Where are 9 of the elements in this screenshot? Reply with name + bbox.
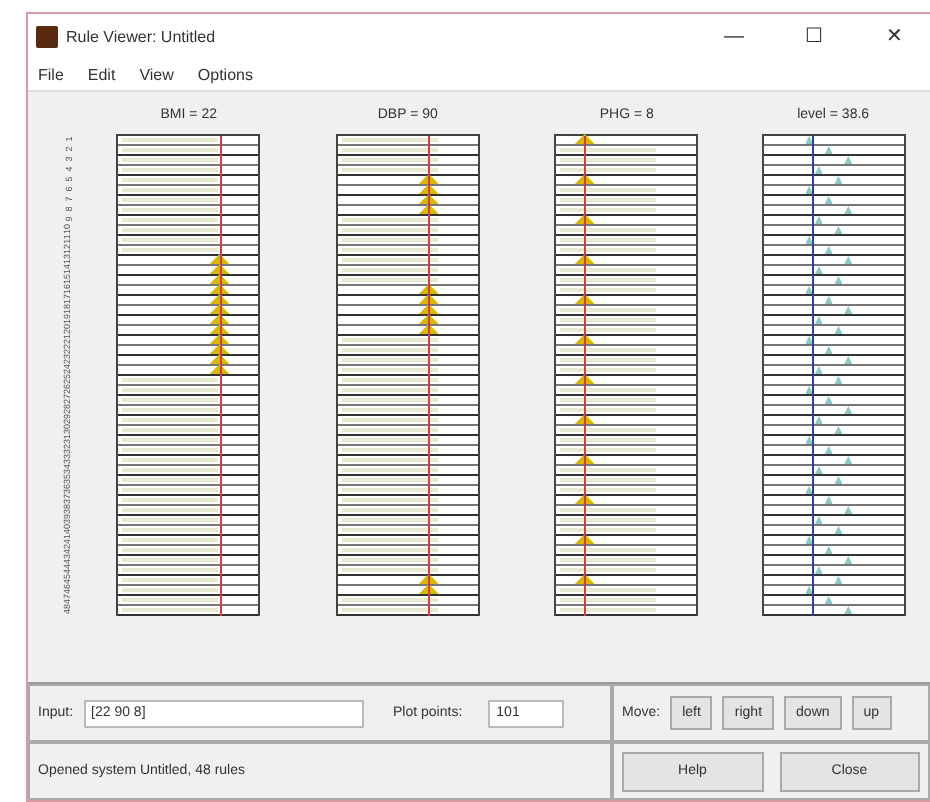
menu-item[interactable]: File — [38, 65, 64, 83]
window-control[interactable]: ☐ — [778, 24, 850, 48]
window-control[interactable]: — — [698, 25, 770, 47]
menu-item[interactable]: Edit — [87, 65, 116, 83]
menu-item[interactable]: Options — [197, 65, 253, 83]
app-icon — [36, 25, 58, 47]
window-control[interactable]: ✕ — [858, 24, 930, 48]
window-title: Rule Viewer: Untitled — [66, 27, 218, 45]
menu-item[interactable]: View — [139, 65, 174, 83]
